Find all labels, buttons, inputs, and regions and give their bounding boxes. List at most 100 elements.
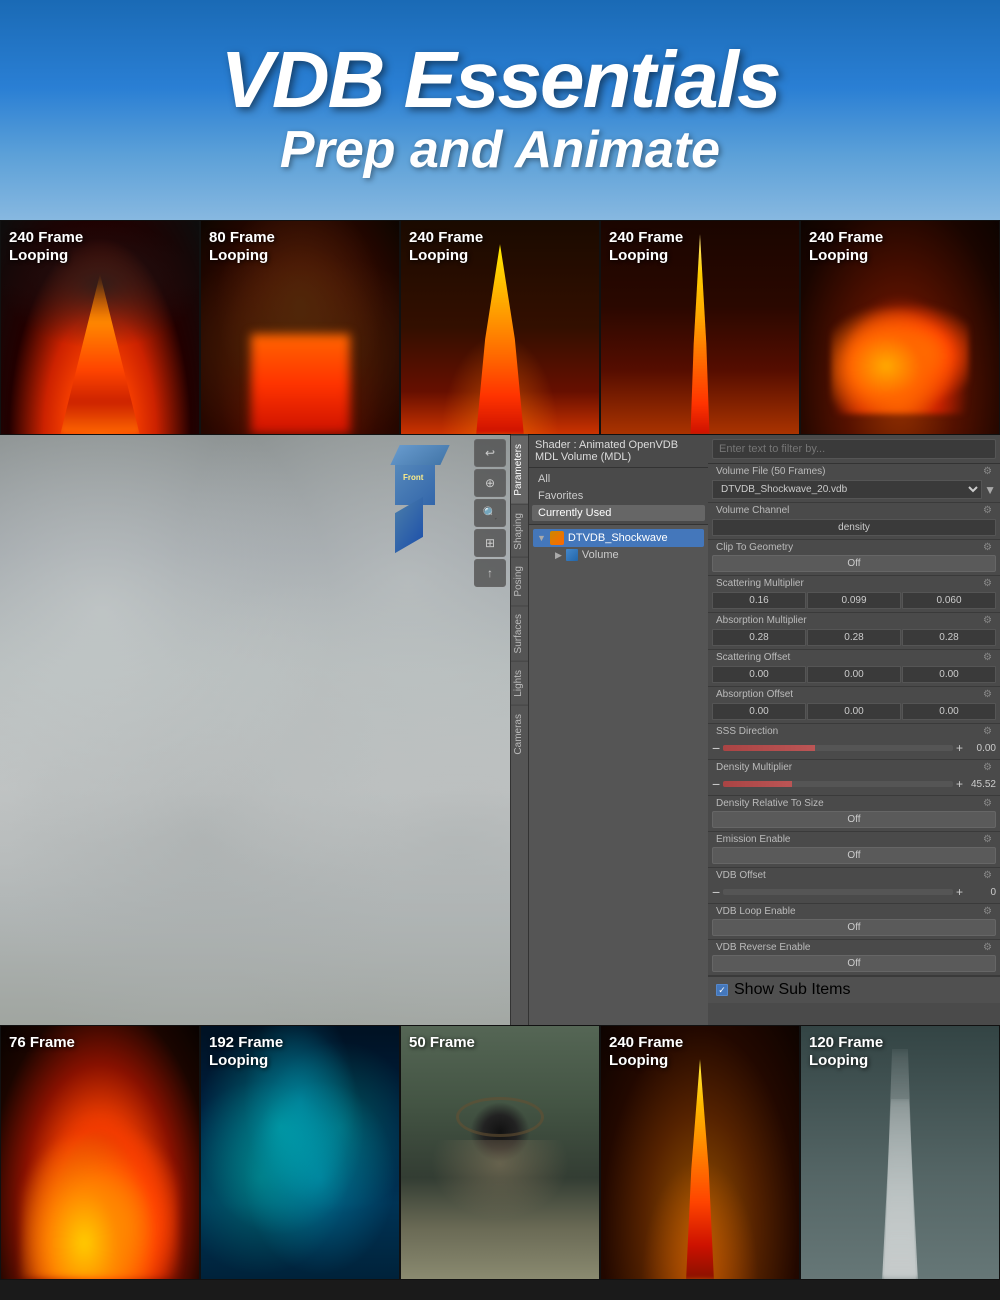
absorption-controls: 0.28 0.28 0.28 [708, 628, 1000, 649]
viewport-up-btn[interactable]: ↑ [474, 559, 506, 587]
top-thumb-4[interactable]: 240 Frame Looping [600, 220, 800, 435]
gear-icon-1[interactable]: ⚙ [983, 466, 992, 477]
viewport-fit-btn[interactable]: ⊞ [474, 529, 506, 557]
filter-favorites[interactable]: Favorites [532, 488, 705, 504]
filter-all[interactable]: All [532, 471, 705, 487]
absorption-offset-r[interactable]: 0.00 [712, 703, 806, 720]
viewport-orbit-btn[interactable]: ↩ [474, 439, 506, 467]
bottom-thumb-5[interactable]: 120 Frame Looping [800, 1025, 1000, 1280]
gear-icon-12[interactable]: ⚙ [983, 870, 992, 881]
tab-surfaces[interactable]: Surfaces [511, 605, 528, 661]
density-plus[interactable]: + [956, 777, 963, 791]
absorption-offset-g[interactable]: 0.00 [807, 703, 901, 720]
scattering-r[interactable]: 0.16 [712, 592, 806, 609]
bottom-thumb-2[interactable]: 192 Frame Looping [200, 1025, 400, 1280]
top-thumb-2[interactable]: 80 Frame Looping [200, 220, 400, 435]
vdb-loop-btn[interactable]: Off [712, 919, 996, 936]
show-sub-checkbox[interactable]: ✓ [716, 984, 728, 996]
mat-icon-shader [550, 531, 564, 545]
scattering-b[interactable]: 0.060 [902, 592, 996, 609]
gear-icon-5[interactable]: ⚙ [983, 615, 992, 626]
top-thumb-3[interactable]: 240 Frame Looping [400, 220, 600, 435]
bottom-thumbnails-row: 76 Frame 192 Frame Looping 50 Frame [0, 1025, 1000, 1280]
scattering-controls: 0.16 0.099 0.060 [708, 591, 1000, 612]
right-panel: Parameters Shaping Posing Surfaces Light… [510, 435, 1000, 1025]
viewport-toolbar: ↩ ⊕ 🔍 ⊞ ↑ [470, 435, 510, 591]
prop-scattering-label: Scattering Multiplier ⚙ [708, 576, 1000, 591]
prop-scattering: Scattering Multiplier ⚙ 0.16 0.099 0.060 [708, 576, 1000, 613]
top-thumb-4-label: 240 Frame Looping [609, 229, 683, 265]
tab-cameras[interactable]: Cameras [511, 705, 528, 763]
vdb-offset-minus[interactable]: − [712, 884, 720, 900]
shader-header: Shader : Animated OpenVDB MDL Volume (MD… [529, 435, 708, 468]
prop-vdb-offset: VDB Offset ⚙ − + 0 [708, 868, 1000, 904]
bottom-thumb-4[interactable]: 240 Frame Looping [600, 1025, 800, 1280]
filter-currently-used[interactable]: Currently Used [532, 505, 705, 521]
show-sub-label: Show Sub Items [734, 981, 851, 999]
tab-shaping[interactable]: Shaping [511, 504, 528, 558]
orientation-cube[interactable]: Front [395, 445, 465, 510]
top-thumb-2-label: 80 Frame Looping [209, 229, 275, 265]
clip-geo-btn[interactable]: Off [712, 555, 996, 572]
density-rel-btn[interactable]: Off [712, 811, 996, 828]
sss-plus[interactable]: + [956, 741, 963, 755]
gear-icon-2[interactable]: ⚙ [983, 505, 992, 516]
scattering-offset-g[interactable]: 0.00 [807, 666, 901, 683]
gear-icon-13[interactable]: ⚙ [983, 906, 992, 917]
volume-file-dropdown[interactable]: ▼ [984, 483, 996, 497]
density-slider[interactable] [723, 781, 953, 787]
middle-section: Front ↩ ⊕ 🔍 ⊞ ↑ Parameters Shaping Posin… [0, 435, 1000, 1025]
bottom-thumb-1-label: 76 Frame [9, 1034, 75, 1052]
top-thumb-3-label: 240 Frame Looping [409, 229, 483, 265]
density-mult-slider-row: − + 45.52 [708, 775, 1000, 795]
vdb-offset-slider[interactable] [723, 889, 953, 895]
sss-value: 0.00 [966, 743, 996, 754]
gear-icon-9[interactable]: ⚙ [983, 762, 992, 773]
absorption-r[interactable]: 0.28 [712, 629, 806, 646]
absorption-b[interactable]: 0.28 [902, 629, 996, 646]
scattering-g[interactable]: 0.099 [807, 592, 901, 609]
tab-lights[interactable]: Lights [511, 661, 528, 705]
sss-slider[interactable] [723, 745, 953, 751]
viewport-zoom-btn[interactable]: 🔍 [474, 499, 506, 527]
vdb-offset-plus[interactable]: + [956, 885, 963, 899]
tab-posing[interactable]: Posing [511, 557, 528, 605]
tab-parameters[interactable]: Parameters [511, 435, 528, 504]
prop-absorption-label: Absorption Multiplier ⚙ [708, 613, 1000, 628]
gear-icon-6[interactable]: ⚙ [983, 652, 992, 663]
bottom-thumb-3[interactable]: 50 Frame [400, 1025, 600, 1280]
scattering-offset-r[interactable]: 0.00 [712, 666, 806, 683]
mat-tree-root[interactable]: ▼ DTVDB_Shockwave [533, 529, 704, 547]
gear-icon-14[interactable]: ⚙ [983, 942, 992, 953]
volume-channel-value[interactable]: density [712, 519, 996, 536]
gear-icon-7[interactable]: ⚙ [983, 689, 992, 700]
vdb-reverse-btn[interactable]: Off [712, 955, 996, 972]
absorption-offset-b[interactable]: 0.00 [902, 703, 996, 720]
viewport[interactable]: Front ↩ ⊕ 🔍 ⊞ ↑ [0, 435, 510, 1025]
gear-icon-10[interactable]: ⚙ [983, 798, 992, 809]
prop-density-mult-label: Density Multiplier ⚙ [708, 760, 1000, 775]
density-minus[interactable]: − [712, 776, 720, 792]
prop-vdb-loop-label: VDB Loop Enable ⚙ [708, 904, 1000, 919]
bottom-thumb-1[interactable]: 76 Frame [0, 1025, 200, 1280]
prop-emission: Emission Enable ⚙ Off [708, 832, 1000, 868]
volume-file-select[interactable]: DTVDB_Shockwave_20.vdb [712, 480, 982, 499]
mat-tree-child[interactable]: ▶ Volume [533, 547, 704, 563]
bottom-thumb-4-label: 240 Frame Looping [609, 1034, 683, 1070]
search-input[interactable] [712, 439, 996, 459]
scattering-offset-b[interactable]: 0.00 [902, 666, 996, 683]
gear-icon-3[interactable]: ⚙ [983, 542, 992, 553]
panel-tabs: Parameters Shaping Posing Surfaces Light… [510, 435, 528, 1025]
top-thumb-1[interactable]: 240 Frame Looping [0, 220, 200, 435]
viewport-move-btn[interactable]: ⊕ [474, 469, 506, 497]
top-thumb-5[interactable]: 240 Frame Looping [800, 220, 1000, 435]
absorption-g[interactable]: 0.28 [807, 629, 901, 646]
prop-clip-geo: Clip To Geometry ⚙ Off [708, 540, 1000, 576]
gear-icon-11[interactable]: ⚙ [983, 834, 992, 845]
sss-minus[interactable]: − [712, 740, 720, 756]
mat-icon-volume [566, 549, 578, 561]
prop-density-mult: Density Multiplier ⚙ − + 45.52 [708, 760, 1000, 796]
gear-icon-4[interactable]: ⚙ [983, 578, 992, 589]
gear-icon-8[interactable]: ⚙ [983, 726, 992, 737]
emission-btn[interactable]: Off [712, 847, 996, 864]
